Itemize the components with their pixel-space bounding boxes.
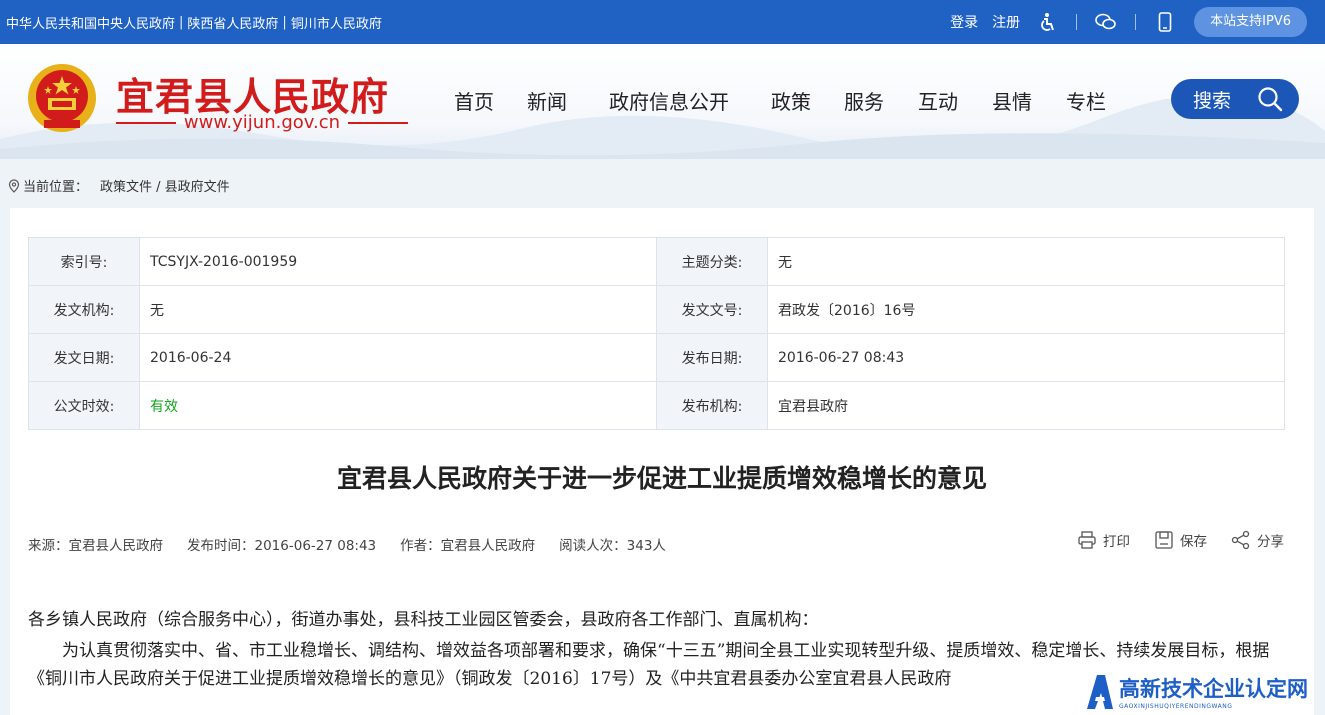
search-label: 搜索 — [1193, 89, 1232, 112]
link-separator: | — [282, 14, 287, 30]
meta-label: 公文时效: — [28, 381, 140, 430]
watermark: 高新技术企业认定网 GAOXINJISHUQIYERENDINGWANG — [1083, 669, 1323, 713]
gov-links: 中华人民共和国中央人民政府 | 陕西省人民政府 | 铜川市人民政府 — [6, 13, 382, 32]
save-icon — [1155, 531, 1173, 549]
meta-value: 无 — [767, 237, 1285, 286]
meta-label: 发布日期: — [656, 333, 768, 382]
site-url[interactable]: www.yijun.gov.cn — [184, 112, 340, 133]
article-tools: 打印 保存 分享 — [1053, 530, 1284, 550]
meta-label: 主题分类: — [656, 237, 768, 286]
meta-value: 无 — [139, 285, 657, 334]
wechat-icon[interactable] — [1095, 11, 1117, 33]
divider — [1076, 14, 1078, 30]
link-shaanxi-gov[interactable]: 陕西省人民政府 — [187, 13, 278, 32]
breadcrumb: 当前位置： 政策文件 / 县政府文件 — [8, 176, 230, 195]
article-author: 作者：宜君县人民政府 — [400, 538, 536, 554]
decorative-line — [348, 121, 408, 124]
nav-special[interactable]: 专栏 — [1066, 86, 1106, 115]
top-bar-actions: 登录 注册 本站支持IPV6 — [950, 7, 1307, 37]
article-views: 阅读人次：343人 — [559, 538, 666, 554]
meta-value: TCSYJX-2016-001959 — [139, 237, 657, 286]
meta-value: 2016-06-27 08:43 — [767, 333, 1285, 382]
link-separator: | — [179, 14, 184, 30]
breadcrumb-path[interactable]: 政策文件 / 县政府文件 — [100, 176, 230, 195]
nav-policy[interactable]: 政策 — [771, 86, 811, 115]
save-button[interactable]: 保存 — [1154, 530, 1207, 550]
save-label: 保存 — [1180, 534, 1207, 550]
meta-label: 发文机构: — [28, 285, 140, 334]
meta-value: 宜君县政府 — [767, 381, 1285, 430]
nav-county-info[interactable]: 县情 — [992, 86, 1032, 115]
accessibility-icon[interactable] — [1036, 11, 1058, 33]
content-panel: 索引号: TCSYJX-2016-001959 主题分类: 无发文机构: 无发文文号: 君… — [10, 208, 1314, 715]
nav-interaction[interactable]: 互动 — [918, 86, 958, 115]
share-button[interactable]: 分享 — [1231, 530, 1284, 550]
main-nav: 首页 新闻 政府信息公开 政策 服务 互动 县情 专栏 — [454, 86, 1106, 115]
meta-row: 发文日期: 2016-06-24 发布日期: 2016-06-27 08:43 — [28, 333, 1285, 382]
meta-value: 有效 — [139, 381, 657, 430]
article-title: 宜君县人民政府关于进一步促进工业提质增效稳增长的意见 — [336, 464, 987, 493]
login-link[interactable]: 登录 — [950, 12, 978, 32]
location-pin-icon — [8, 178, 20, 193]
article-publish-time: 发布时间：2016-06-27 08:43 — [187, 538, 377, 554]
nav-gov-info[interactable]: 政府信息公开 — [609, 86, 729, 115]
article-source: 来源：宜君县人民政府 — [28, 538, 163, 554]
breadcrumb-label: 当前位置： — [23, 180, 89, 195]
meta-row: 索引号: TCSYJX-2016-001959 主题分类: 无 — [28, 237, 1285, 286]
share-label: 分享 — [1257, 534, 1284, 550]
meta-value: 君政发〔2016〕16号 — [767, 285, 1285, 334]
site-url-row: www.yijun.gov.cn — [116, 112, 408, 133]
site-header: 宜君县人民政府 www.yijun.gov.cn 首页 新闻 政府信息公开 政策… — [0, 44, 1325, 159]
document-meta-table: 索引号: TCSYJX-2016-001959 主题分类: 无发文机构: 无发文文号: 君… — [28, 237, 1285, 430]
search-icon — [1258, 87, 1283, 112]
meta-row: 发文机构: 无发文文号: 君政发〔2016〕16号 — [28, 285, 1285, 334]
meta-value: 2016-06-24 — [139, 333, 657, 382]
meta-label: 发文日期: — [28, 333, 140, 382]
meta-label: 索引号: — [28, 237, 140, 286]
meta-label: 发布机构: — [656, 381, 768, 430]
meta-row: 公文时效: 有效 发布机构: 宜君县政府 — [28, 381, 1285, 430]
nav-home[interactable]: 首页 — [454, 86, 494, 115]
divider — [1135, 14, 1137, 30]
print-label: 打印 — [1103, 534, 1130, 550]
nav-service[interactable]: 服务 — [844, 86, 884, 115]
article-paragraph: 各乡镇人民政府（综合服务中心），街道办事处，县科技工业园区管委会，县政府各工作部… — [28, 610, 819, 630]
search-button[interactable]: 搜索 — [1171, 79, 1299, 119]
decorative-line — [116, 121, 176, 124]
mobile-icon[interactable] — [1154, 11, 1176, 33]
register-link[interactable]: 注册 — [992, 12, 1020, 32]
ipv6-badge[interactable]: 本站支持IPV6 — [1194, 7, 1307, 37]
share-icon — [1231, 530, 1250, 550]
meta-label: 发文文号: — [656, 285, 768, 334]
top-bar: 中华人民共和国中央人民政府 | 陕西省人民政府 | 铜川市人民政府 登录 注册 … — [0, 0, 1325, 44]
watermark-logo-icon — [1087, 675, 1113, 709]
watermark-pinyin: GAOXINJISHUQIYERENDINGWANG — [1119, 702, 1233, 710]
print-icon — [1078, 531, 1096, 549]
link-tongchuan-gov[interactable]: 铜川市人民政府 — [291, 13, 382, 32]
nav-news[interactable]: 新闻 — [527, 86, 567, 115]
national-emblem-icon — [28, 64, 96, 132]
watermark-text: 高新技术企业认定网 — [1119, 676, 1308, 701]
print-button[interactable]: 打印 — [1077, 530, 1130, 550]
link-central-gov[interactable]: 中华人民共和国中央人民政府 — [6, 13, 175, 32]
